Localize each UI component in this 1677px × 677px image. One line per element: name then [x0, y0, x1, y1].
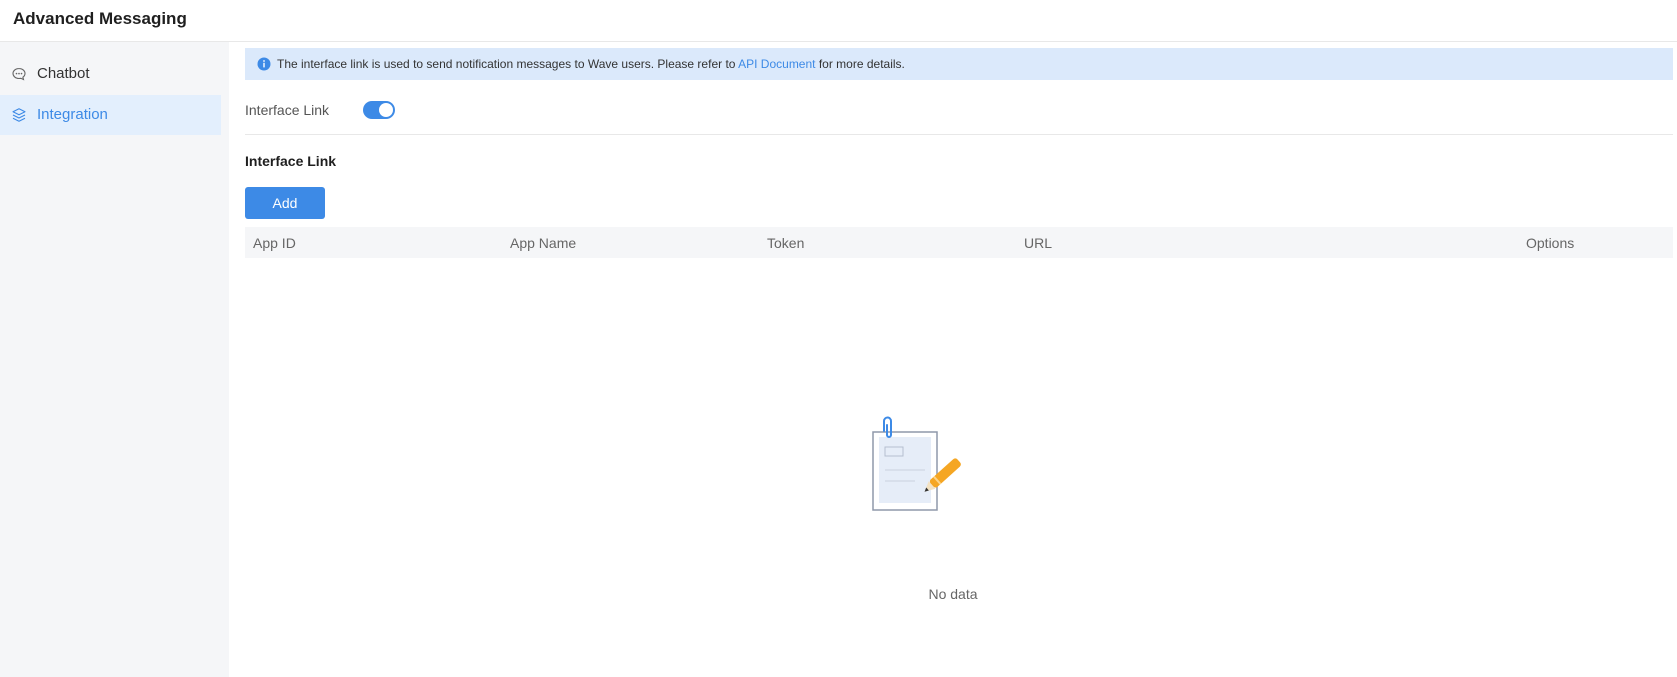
table-header: App ID App Name Token URL Options [245, 227, 1673, 258]
toggle-knob [379, 103, 393, 117]
add-button[interactable]: Add [245, 187, 325, 219]
column-header-token: Token [767, 235, 805, 251]
notice-text: The interface link is used to send notif… [277, 57, 905, 71]
layers-icon [11, 107, 27, 123]
app-header: Advanced Messaging [0, 0, 1677, 42]
api-document-link[interactable]: API Document [738, 57, 815, 71]
column-header-app-name: App Name [510, 235, 577, 251]
column-header-options: Options [1526, 235, 1575, 251]
sidebar: Chatbot Integration [0, 42, 229, 677]
column-header-app-id: App ID [253, 235, 296, 251]
interface-link-toggle[interactable] [363, 101, 395, 119]
page-title: Advanced Messaging [13, 9, 187, 28]
column-header-url: URL [1024, 235, 1053, 251]
interface-link-setting: Interface Link [245, 96, 645, 124]
section-title: Interface Link [245, 153, 337, 169]
empty-state-illustration [866, 415, 976, 515]
info-notice: The interface link is used to send notif… [245, 48, 1673, 80]
info-icon [257, 57, 271, 71]
main-content: The interface link is used to send notif… [229, 42, 1677, 677]
sidebar-item-label: Chatbot [37, 65, 90, 82]
empty-document-icon [872, 416, 961, 511]
notice-text-after: for more details. [815, 57, 905, 71]
chat-bubble-icon [11, 66, 27, 82]
sidebar-item-integration[interactable]: Integration [0, 95, 221, 135]
sidebar-item-chatbot[interactable]: Chatbot [0, 54, 221, 94]
notice-text-before: The interface link is used to send notif… [277, 57, 739, 71]
sidebar-item-label: Integration [37, 106, 108, 123]
empty-state-text: No data [928, 586, 978, 602]
interface-link-toggle-label: Interface Link [245, 102, 330, 118]
divider [245, 134, 1673, 135]
